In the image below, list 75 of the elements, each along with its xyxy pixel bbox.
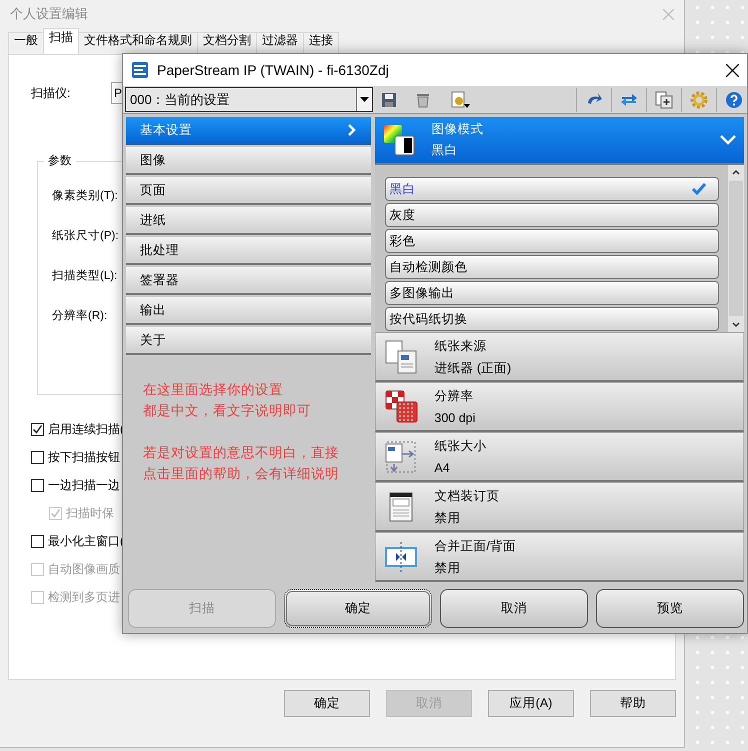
setting-value: A4	[434, 460, 451, 476]
window-title: PaperStream IP (TWAIN) - fi-6130Zdj	[157, 60, 389, 80]
caret-icon	[360, 97, 369, 102]
add-page-icon[interactable]	[655, 90, 673, 108]
setting-title: 纸张来源	[434, 338, 488, 354]
option-item[interactable]: 按代码纸切换	[385, 307, 720, 331]
menu-item[interactable]: 进纸	[126, 207, 372, 235]
checkbox[interactable]	[31, 422, 44, 436]
paper-stack-icon	[384, 338, 418, 374]
save-icon[interactable]	[381, 92, 397, 108]
checkbox-label: 检测到多页进	[48, 589, 120, 606]
setting-value: 300 dpi	[434, 410, 476, 427]
setting-card[interactable]: 纸张来源 进纸器 (正面)	[375, 332, 744, 382]
menu-item[interactable]: 页面	[126, 177, 372, 205]
image-mode-header[interactable]: 图像模式 黑白	[375, 117, 744, 165]
dialog-button[interactable]: 取消	[440, 589, 588, 628]
setting-title: 分辨率	[434, 388, 474, 404]
option-item[interactable]: 自动检测颜色	[385, 255, 720, 279]
menu-item[interactable]: 基本设置	[126, 117, 372, 145]
setting-title: 合并正面/背面	[434, 538, 516, 554]
dialog-button[interactable]: 帮助	[590, 690, 676, 717]
setting-value: 禁用	[434, 510, 462, 526]
help-icon[interactable]	[725, 90, 743, 108]
setting-card[interactable]: 文档装订页 禁用	[375, 482, 744, 532]
dialog-button[interactable]: 确定	[284, 589, 432, 628]
checkered-squares-icon	[384, 388, 418, 424]
field-label: 分辨率(R):	[52, 310, 108, 322]
setting-title: 纸张大小	[434, 438, 486, 454]
window-title: 个人设置编辑	[10, 5, 88, 24]
setting-card[interactable]: 分辨率 300 dpi	[375, 382, 744, 432]
image-mode-icon	[383, 124, 416, 156]
setting-title: 图像模式	[431, 121, 484, 138]
check-icon	[692, 183, 706, 195]
scanner-label: 扫描仪:	[31, 85, 72, 102]
option-item[interactable]: 彩色	[385, 229, 720, 253]
checkbox-label: 一边扫描一边	[48, 477, 120, 494]
chevron-down-icon	[720, 135, 736, 145]
menu-item[interactable]: 输出	[126, 297, 372, 325]
checkbox-label: 扫描时保	[66, 505, 114, 522]
checkbox-label: 按下扫描按钮	[48, 449, 120, 466]
checkbox[interactable]	[31, 478, 44, 492]
tab[interactable]: 一般	[8, 32, 44, 54]
setting-value: 进纸器 (正面)	[434, 360, 512, 377]
profile-dropdown[interactable]: 000：当前的设置	[125, 87, 373, 112]
dialog-button[interactable]: 确定	[284, 690, 370, 717]
option-item[interactable]: 灰度	[385, 203, 720, 227]
checkbox[interactable]	[31, 534, 44, 548]
trash-icon[interactable]	[415, 92, 431, 108]
setting-title: 文档装订页	[434, 488, 500, 504]
setting-value: 禁用	[434, 560, 462, 576]
scrollbar[interactable]	[728, 165, 744, 332]
menu-item[interactable]: 图像	[126, 147, 372, 175]
tab[interactable]: 连接	[303, 32, 339, 54]
menu-item[interactable]: 批处理	[126, 237, 372, 265]
note-text: 在这里面选择你的设置 都是中文，看文字说明即可	[142, 381, 312, 420]
checkbox[interactable]	[31, 450, 44, 464]
note-text: 若是对设置的意思不明白，直接 点击里面的帮助，会有详细说明	[142, 444, 340, 483]
dialog-button[interactable]: 预览	[596, 589, 744, 628]
field-label: 扫描类型(L):	[52, 270, 118, 282]
page-resize-icon	[384, 438, 418, 474]
setting-card[interactable]: 合并正面/背面 禁用	[375, 532, 744, 582]
checkbox-label: 自动图像画质	[48, 561, 120, 578]
setting-card[interactable]: 纸张大小 A4	[375, 432, 744, 482]
close-icon[interactable]	[726, 64, 739, 76]
dialog-button[interactable]: 应用(A)	[488, 690, 574, 717]
field-label: 像素类别(T):	[52, 190, 118, 202]
tab[interactable]: 扫描	[43, 28, 79, 54]
setting-value: 黑白	[431, 142, 458, 159]
field-label: 纸张尺寸(P):	[52, 230, 119, 242]
option-item[interactable]: 黑白	[385, 177, 720, 201]
app-logo-icon	[131, 61, 149, 79]
option-item[interactable]: 多图像输出	[385, 281, 720, 305]
menu-item[interactable]: 签署器	[126, 267, 372, 295]
chevron-right-icon	[347, 124, 358, 136]
menu-item[interactable]: 关于	[126, 327, 372, 355]
